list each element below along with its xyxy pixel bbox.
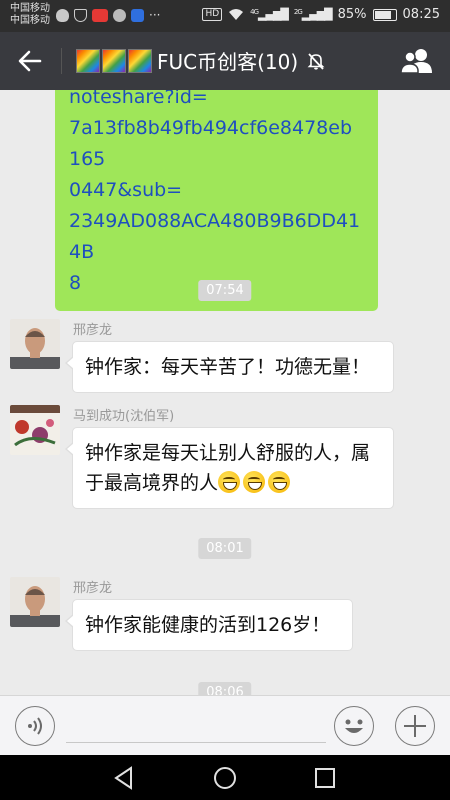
rainbow-image-icon [128, 48, 152, 73]
rainbow-image-icon [102, 48, 126, 73]
signal-1: 4G▂▄▆█ [250, 8, 289, 21]
link-line: noteshare?id= [69, 90, 208, 108]
signal-2-label: 2G [293, 8, 303, 16]
battery-icon [372, 8, 397, 21]
avatar-painting [10, 405, 60, 455]
notification-icons: ··· [56, 8, 160, 22]
plus-icon [403, 714, 426, 737]
message-bubble[interactable]: 钟作家是每天让别人舒服的人，属 于最高境界的人 [65, 427, 394, 509]
battery-percent: 85% [337, 7, 367, 22]
nav-home-icon[interactable] [212, 765, 238, 791]
input-bar [0, 695, 450, 755]
signal-bars-icon: ▂▄▆█ [301, 8, 333, 21]
baidu-icon [131, 8, 144, 22]
shield-icon [74, 8, 87, 22]
battery-fill [374, 10, 391, 19]
message-text: 钟作家能健康的活到126岁！ [85, 614, 331, 636]
carrier-labels: 中国移动 中国移动 [10, 3, 50, 27]
message-text: 于最高境界的人 [85, 472, 219, 494]
timestamp: 08:01 [198, 538, 252, 559]
sender-name: 马到成功(沈伯军) [73, 409, 175, 424]
link-line: 7a13fb8b49fb494cf6e8478eb165 [69, 117, 353, 170]
message-bubble[interactable]: 钟作家：每天辛苦了！功德无量！ [65, 341, 394, 393]
signal-1-label: 4G [250, 8, 259, 16]
voice-button[interactable] [15, 706, 55, 746]
carrier-line-2: 中国移动 [10, 15, 50, 26]
timestamp: 08:06 [198, 682, 252, 695]
signal-2: 2G▂▄▆█ [293, 8, 333, 21]
sender-name: 邢彦龙 [73, 323, 113, 338]
emoji-button[interactable] [334, 706, 374, 746]
system-indicators: HD 4G▂▄▆█ 2G▂▄▆█ 85% 08:25 [202, 7, 440, 22]
voice-icon [27, 716, 42, 735]
group-name: FUC币创客(10) [157, 50, 299, 74]
qq-icon [113, 8, 126, 22]
grin-emoji-icon [268, 471, 291, 493]
nav-recents-icon[interactable] [312, 765, 338, 791]
header-divider [61, 48, 62, 74]
message-list[interactable]: noteshare?id= 7a13fb8b49fb494cf6e8478eb1… [0, 90, 450, 695]
signal-bars-icon: ▂▄▆█ [258, 8, 289, 21]
avatar[interactable] [10, 405, 60, 455]
hd-badge: HD [202, 8, 223, 21]
cloud-icon [56, 8, 69, 22]
message-text-line: 钟作家是每天让别人舒服的人，属 [85, 442, 371, 464]
more-options-button[interactable] [395, 706, 435, 746]
timestamp: 07:54 [198, 280, 252, 301]
wifi-icon [229, 9, 244, 20]
clock: 08:25 [402, 7, 440, 22]
link-line: 2349AD088ACA480B9B6DD414B [69, 210, 361, 263]
sent-link-bubble[interactable]: noteshare?id= 7a13fb8b49fb494cf6e8478eb1… [55, 90, 378, 311]
link-line: 0447&sub= [69, 179, 183, 201]
avatar-portrait [10, 319, 60, 369]
message-bubble[interactable]: 钟作家能健康的活到126岁！ [65, 599, 353, 651]
message-text-line: 于最高境界的人 [85, 468, 381, 498]
app-notification-icon [92, 8, 108, 22]
avatar[interactable] [10, 319, 60, 369]
chat-header: FUC币创客(10) [0, 32, 450, 90]
status-bar: 中国移动 中国移动 ··· HD 4G▂▄▆█ 2G▂▄▆█ 85% 08:25 [0, 0, 450, 32]
system-nav-bar [0, 755, 450, 800]
nav-back-icon[interactable] [111, 765, 137, 791]
message-text: 钟作家：每天辛苦了！功德无量！ [85, 356, 371, 378]
message-input[interactable] [66, 742, 326, 743]
sender-name: 邢彦龙 [73, 581, 113, 596]
more-notifications-icon: ··· [149, 8, 161, 22]
back-arrow-icon[interactable] [16, 47, 44, 75]
avatar[interactable] [10, 577, 60, 627]
mute-bell-icon [307, 52, 325, 70]
group-members-icon[interactable] [400, 46, 434, 76]
chat-title: FUC币创客(10) [76, 46, 326, 75]
grin-emoji-icon [218, 471, 241, 493]
grin-emoji-icon [243, 471, 266, 493]
rainbow-image-icon [76, 48, 100, 73]
carrier-line-1: 中国移动 [10, 3, 50, 14]
avatar-portrait [10, 577, 60, 627]
smiley-icon [344, 719, 363, 733]
